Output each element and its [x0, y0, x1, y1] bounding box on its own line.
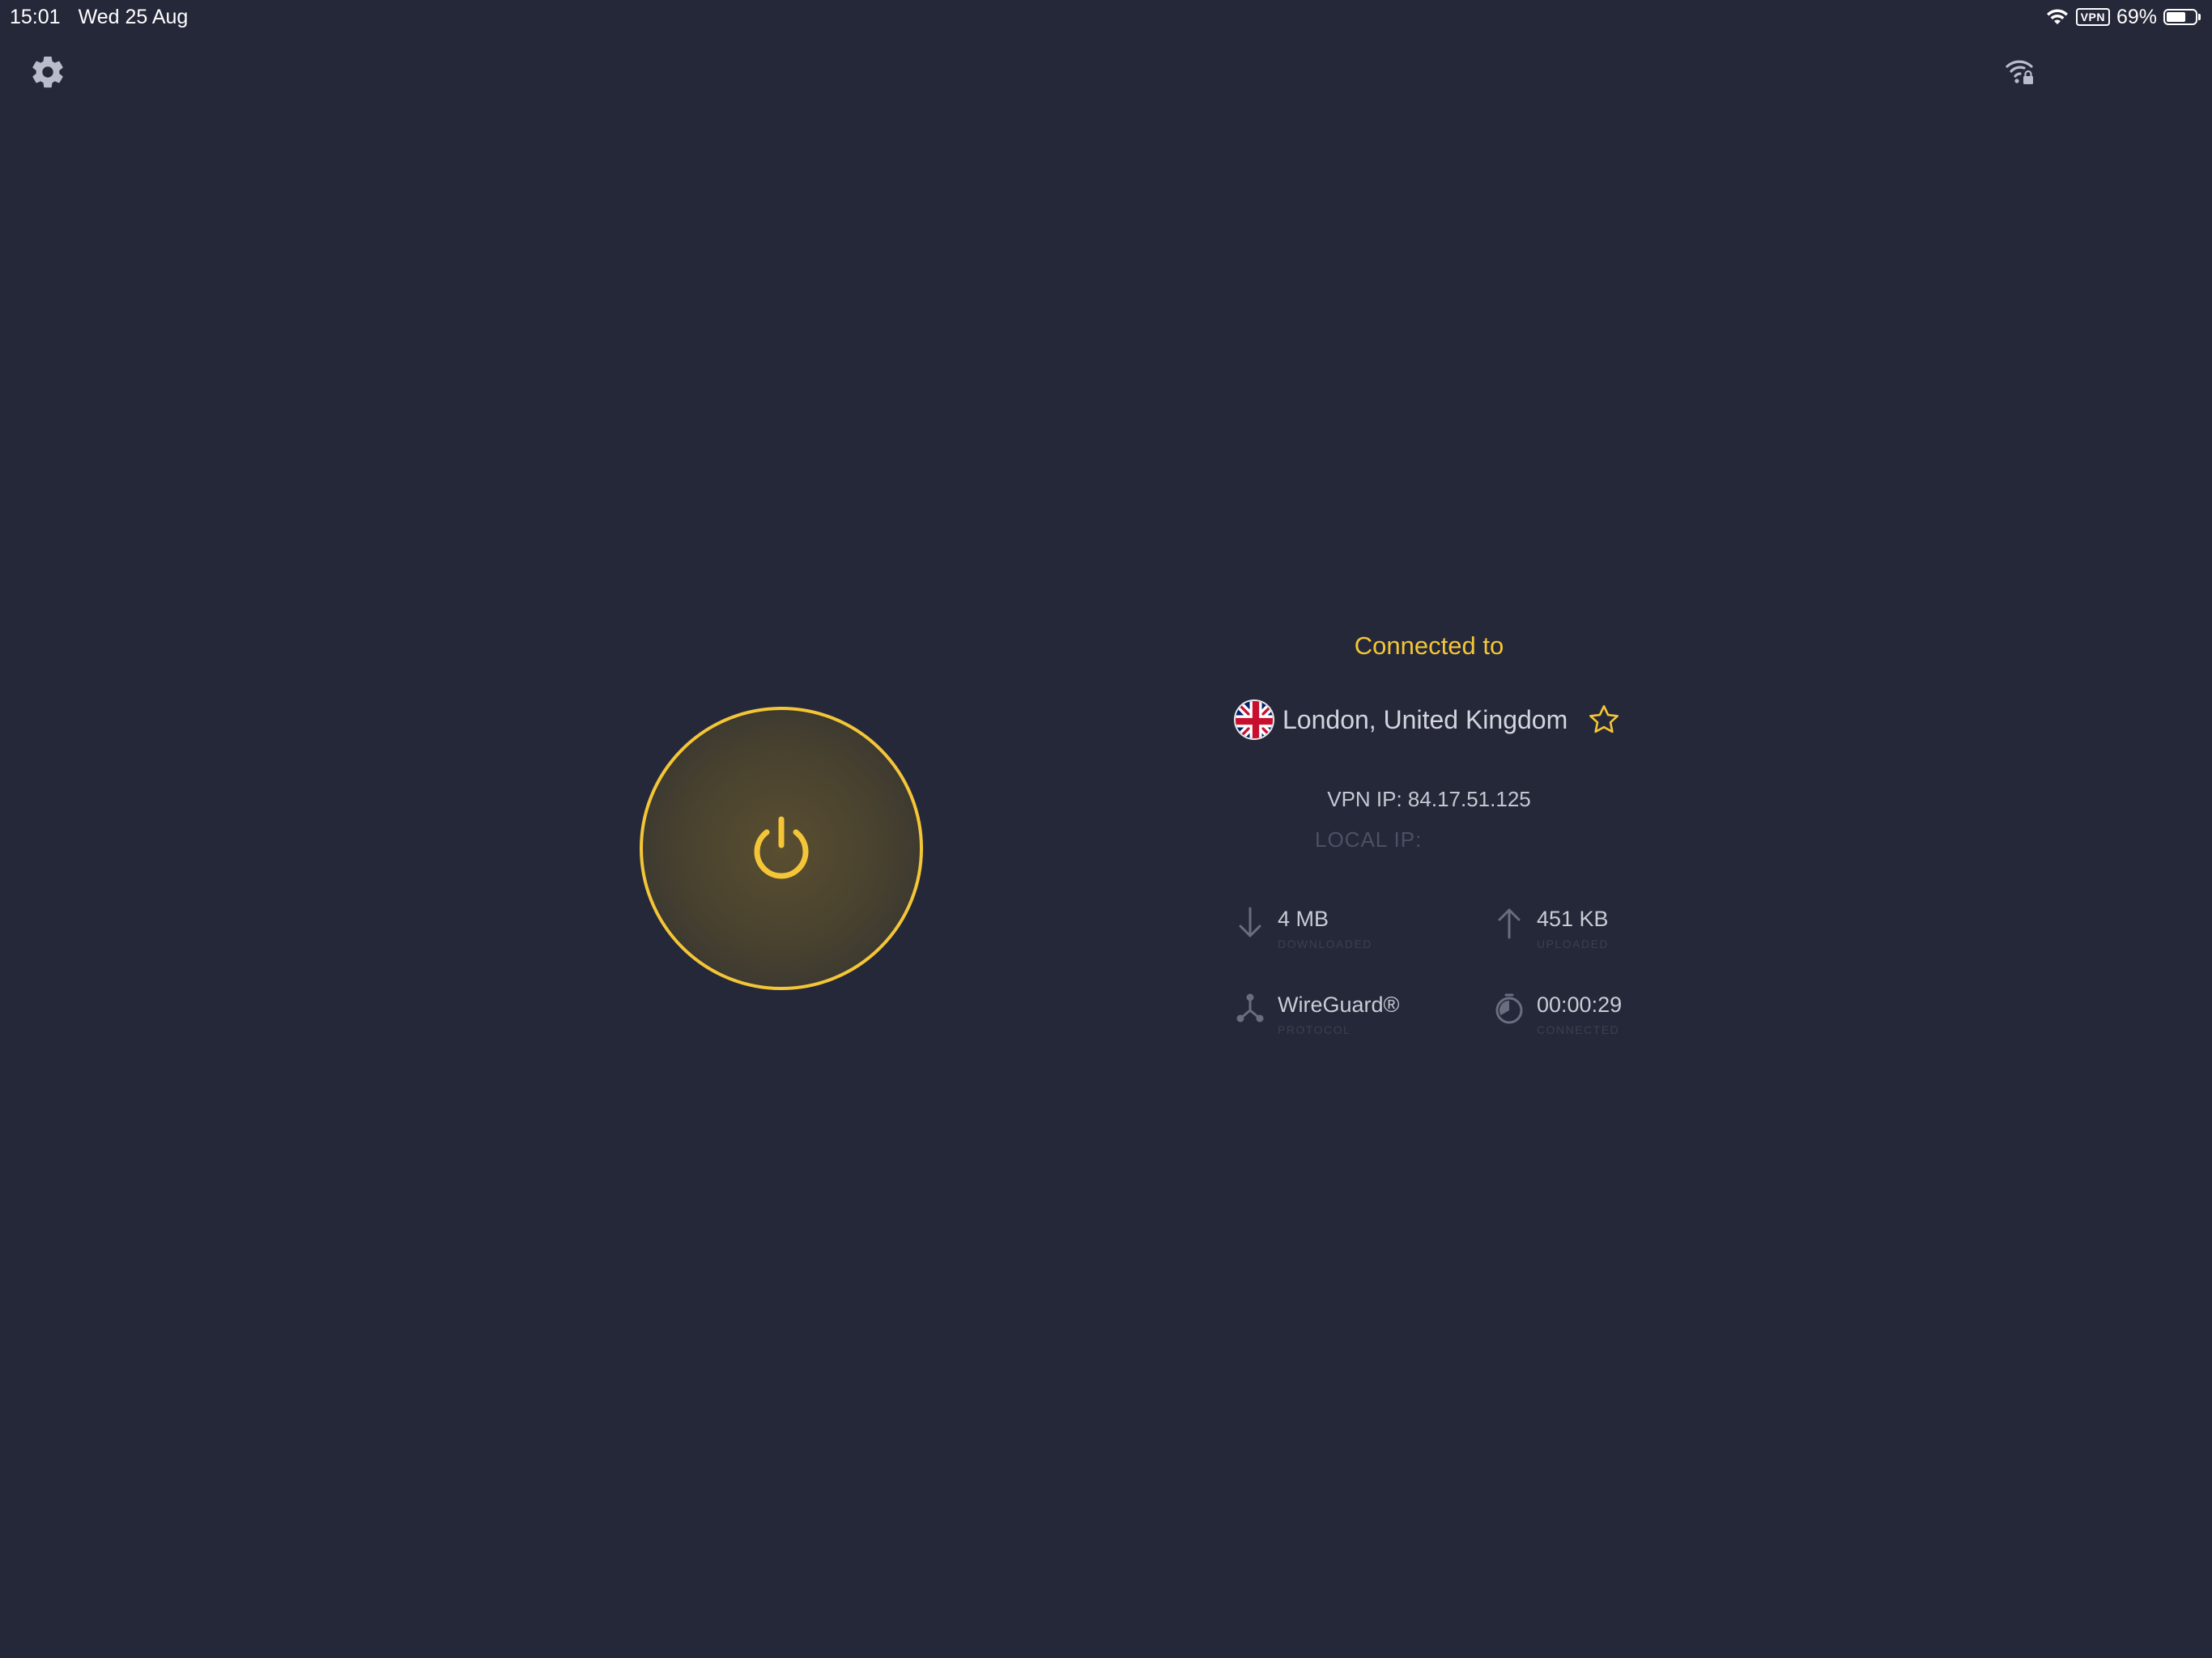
status-date: Wed 25 Aug — [78, 5, 189, 28]
protocol-value: WireGuard® — [1278, 993, 1400, 1017]
power-button[interactable] — [640, 707, 923, 990]
uploaded-value: 451 KB — [1537, 907, 1609, 931]
connection-status-text: Connected to — [1354, 631, 1504, 660]
battery-fill — [2167, 12, 2186, 22]
downloaded-label: DOWNLOADED — [1278, 937, 1372, 950]
timer-icon — [1495, 993, 1523, 1024]
uploaded-label: UPLOADED — [1537, 937, 1610, 950]
vpn-ip: VPN IP: 84.17.51.125 — [1327, 787, 1531, 811]
gear-icon — [32, 56, 63, 88]
vpn-main-screen: 15:01 Wed 25 Aug VPN 69% Connected to Lo… — [0, 0, 2212, 1658]
wifi-lock-icon — [2006, 60, 2033, 84]
protocol-label: PROTOCOL — [1278, 1023, 1351, 1036]
battery-percent: 69% — [2116, 5, 2157, 28]
uk-flag-icon — [1234, 699, 1274, 740]
location-name: London, United Kingdom — [1283, 704, 1568, 734]
connected-time-label: CONNECTED — [1537, 1023, 1620, 1036]
wifi-icon — [2046, 9, 2068, 24]
arrow-up-icon — [1498, 908, 1521, 939]
status-bar-left: 15:01 Wed 25 Aug — [10, 3, 188, 31]
stat-connected-time: 00:00:29 CONNECTED — [1493, 991, 1622, 1036]
stat-protocol: WireGuard® PROTOCOL — [1234, 991, 1399, 1036]
stat-uploaded: 451 KB UPLOADED — [1493, 905, 1609, 950]
connected-time-value: 00:00:29 — [1537, 993, 1623, 1017]
trusted-networks-button[interactable] — [2003, 55, 2035, 87]
status-time: 15:01 — [10, 5, 61, 28]
stat-downloaded: 4 MB DOWNLOADED — [1234, 905, 1372, 950]
vpn-badge: VPN — [2075, 8, 2110, 26]
status-bar-right: VPN 69% — [2045, 3, 2201, 31]
local-ip: LOCAL IP: — [1315, 827, 1423, 852]
protocol-icon — [1236, 993, 1264, 1022]
arrow-down-icon — [1239, 907, 1261, 937]
battery-icon — [2163, 9, 2201, 25]
location-selector[interactable]: London, United Kingdom — [1234, 699, 1621, 740]
settings-button[interactable] — [29, 53, 66, 91]
downloaded-value: 4 MB — [1278, 907, 1329, 931]
power-icon — [754, 816, 809, 879]
star-outline-icon[interactable] — [1587, 703, 1621, 737]
